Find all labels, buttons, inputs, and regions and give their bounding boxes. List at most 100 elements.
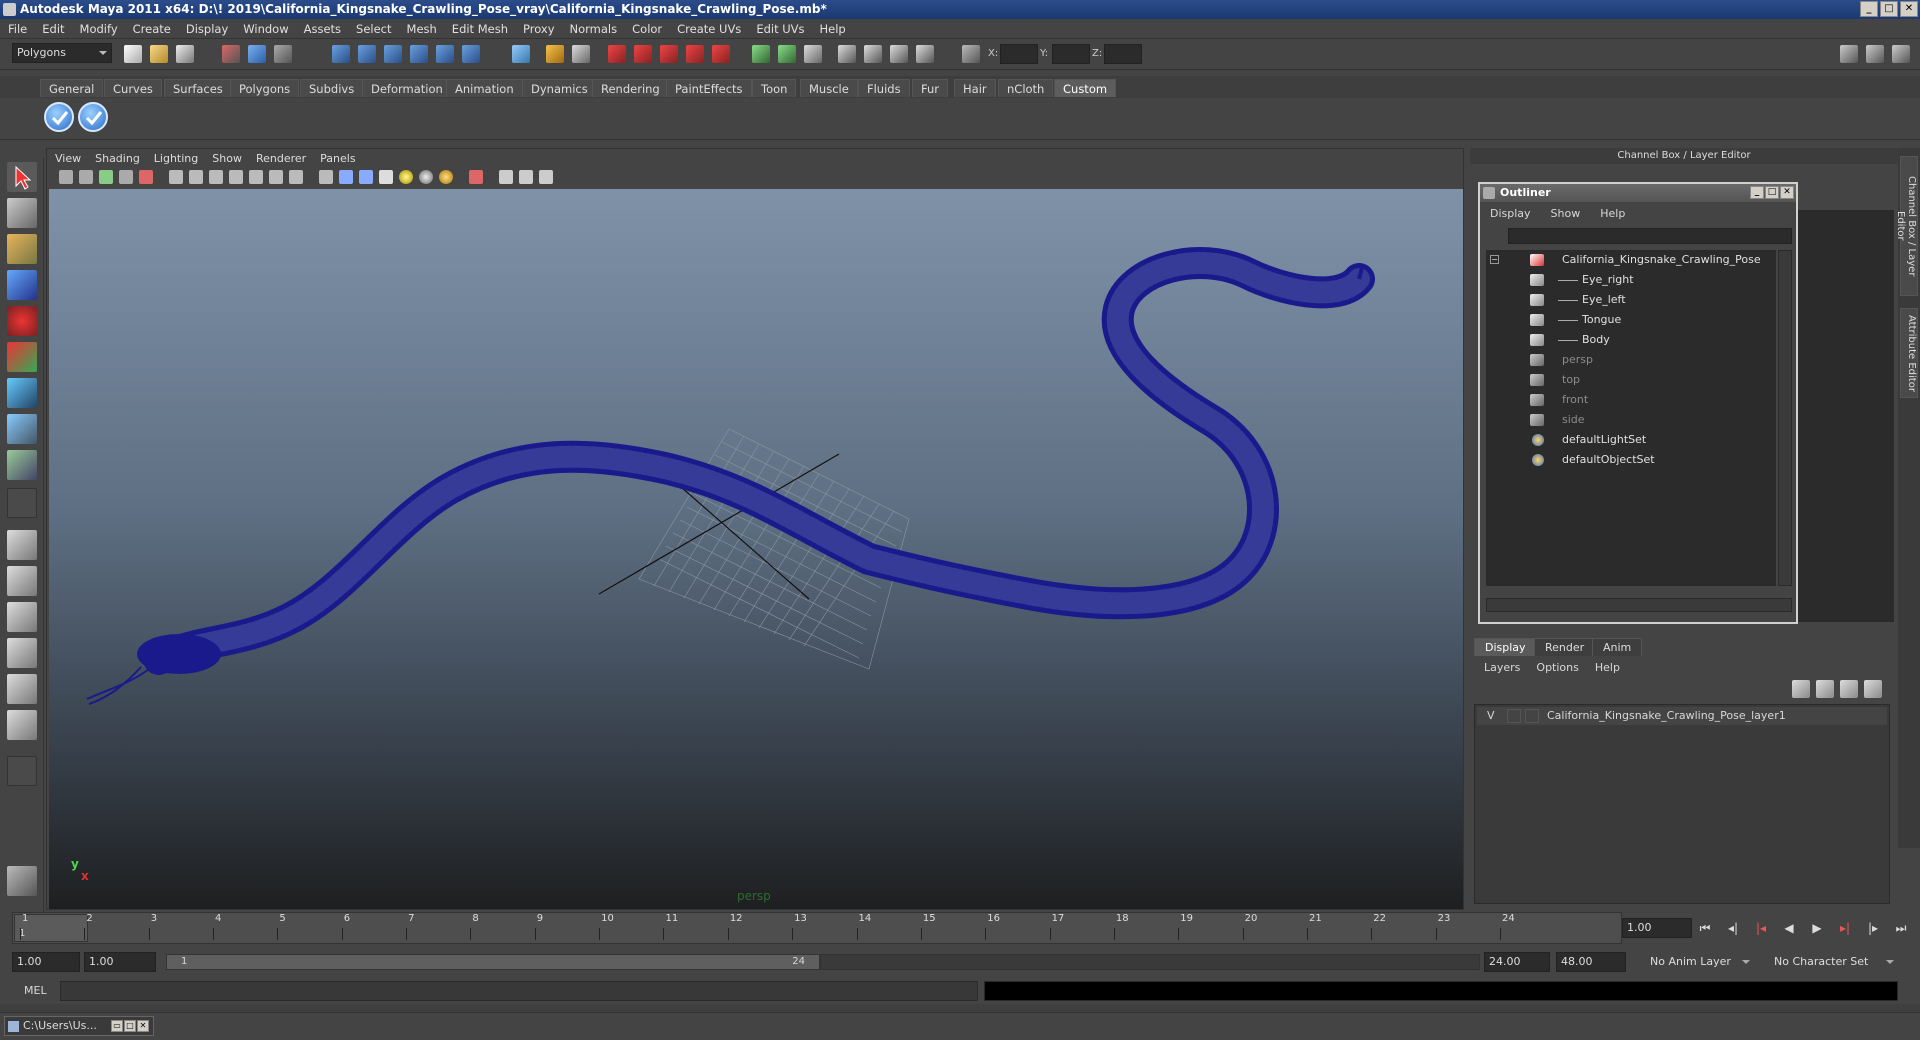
menu-edit-uvs[interactable]: Edit UVs <box>756 22 804 36</box>
menu-create-uvs[interactable]: Create UVs <box>677 22 741 36</box>
tree-item-front[interactable]: front <box>1486 390 1776 410</box>
shelf-tab-polygons[interactable]: Polygons <box>230 79 300 97</box>
quick-layout-icon[interactable] <box>7 866 37 896</box>
magnet-snap-icon-1[interactable] <box>608 45 626 63</box>
shelf-tab-rendering[interactable]: Rendering <box>592 79 669 97</box>
render-view-icon[interactable] <box>838 45 856 63</box>
tree-item-eye-right[interactable]: Eye_right <box>1486 270 1776 290</box>
textured-icon[interactable] <box>379 170 393 184</box>
step-forward-frame-button[interactable]: ▸| <box>1836 920 1854 936</box>
construction-history-icon[interactable] <box>804 45 822 63</box>
shelf-tab-muscle[interactable]: Muscle <box>800 79 858 97</box>
vp-menu-lighting[interactable]: Lighting <box>154 152 198 165</box>
smooth-shade-icon[interactable] <box>339 170 353 184</box>
vp-menu-show[interactable]: Show <box>212 152 242 165</box>
safe-title-icon[interactable] <box>289 170 303 184</box>
transform-field-icon[interactable] <box>962 45 980 63</box>
tree-item-tongue[interactable]: Tongue <box>1486 310 1776 330</box>
save-scene-icon[interactable] <box>176 45 194 63</box>
shelf-tab-curves[interactable]: Curves <box>104 79 162 97</box>
outliner-vertical-scrollbar[interactable] <box>1778 250 1792 586</box>
menu-assets[interactable]: Assets <box>304 22 341 36</box>
vp-menu-view[interactable]: View <box>55 152 81 165</box>
menu-select[interactable]: Select <box>356 22 391 36</box>
magnet-snap-icon-2[interactable] <box>634 45 652 63</box>
tree-item-top[interactable]: top <box>1486 370 1776 390</box>
universal-manipulator-tool[interactable] <box>7 378 37 408</box>
layer-row[interactable]: V California_Kingsnake_Crawling_Pose_lay… <box>1477 707 1887 725</box>
persp-outliner-layout-icon[interactable] <box>7 602 37 632</box>
show-manipulator-tool[interactable] <box>7 450 37 480</box>
resolution-gate-icon[interactable] <box>209 170 223 184</box>
isolate-select-icon[interactable] <box>469 170 483 184</box>
new-scene-icon[interactable] <box>124 45 142 63</box>
new-layer-selected-icon[interactable] <box>1864 680 1882 698</box>
layer-color-swatch[interactable] <box>1525 709 1539 723</box>
select-tool[interactable] <box>7 162 37 192</box>
tree-item-root[interactable]: − California_Kingsnake_Crawling_Pose <box>1486 250 1776 270</box>
layer-tab-display[interactable]: Display <box>1474 638 1537 656</box>
select-hierarchy-icon[interactable] <box>222 45 240 63</box>
vp-menu-panels[interactable]: Panels <box>320 152 355 165</box>
minimized-window-item[interactable]: C:\Users\Us... ▭ □ ✕ <box>4 1016 154 1036</box>
scale-tool[interactable] <box>7 342 37 372</box>
checkmark-shelf-button-1[interactable] <box>44 102 74 132</box>
menu-set-dropdown[interactable]: Polygons <box>12 43 112 63</box>
2d-pan-zoom-icon[interactable] <box>139 170 153 184</box>
layer-menu-options[interactable]: Options <box>1536 661 1578 674</box>
outliner-menu-show[interactable]: Show <box>1551 207 1581 220</box>
safe-action-icon[interactable] <box>269 170 283 184</box>
layer-visibility-toggle[interactable]: V <box>1487 707 1495 725</box>
snap-point-icon[interactable] <box>384 45 402 63</box>
step-back-frame-button[interactable]: |◂ <box>1752 920 1770 936</box>
rotate-tool[interactable] <box>7 306 37 336</box>
maximize-small-button[interactable]: □ <box>124 1020 136 1032</box>
shelf-tab-hair[interactable]: Hair <box>954 79 996 97</box>
outliner-menu-display[interactable]: Display <box>1490 207 1531 220</box>
paint-select-tool[interactable] <box>7 234 37 264</box>
animation-start-field[interactable]: 1.00 <box>12 952 80 972</box>
close-small-button[interactable]: ✕ <box>137 1020 149 1032</box>
play-backwards-button[interactable]: ◀ <box>1780 920 1798 936</box>
input-ops-icon[interactable] <box>752 45 770 63</box>
layer-menu-layers[interactable]: Layers <box>1484 661 1520 674</box>
snap-grid-icon[interactable] <box>332 45 350 63</box>
grid-icon[interactable] <box>169 170 183 184</box>
mel-input[interactable] <box>60 981 978 1001</box>
camera-icon[interactable] <box>59 170 73 184</box>
all-lights-icon[interactable] <box>419 170 433 184</box>
history-icon[interactable] <box>462 45 480 63</box>
open-scene-icon[interactable] <box>150 45 168 63</box>
outliner-close-button[interactable]: ✕ <box>1780 186 1794 199</box>
menu-color[interactable]: Color <box>632 22 662 36</box>
shelf-tab-fur[interactable]: Fur <box>912 79 949 97</box>
layer-menu-help[interactable]: Help <box>1595 661 1620 674</box>
render-current-icon[interactable] <box>864 45 882 63</box>
shadows-icon[interactable] <box>439 170 453 184</box>
menu-file[interactable]: File <box>8 22 27 36</box>
magnet-snap-icon-5[interactable] <box>712 45 730 63</box>
tree-item-eye-left[interactable]: Eye_left <box>1486 290 1776 310</box>
snap-curve-icon[interactable] <box>358 45 376 63</box>
shelf-tab-ncloth[interactable]: nCloth <box>998 79 1054 97</box>
select-object-icon[interactable] <box>248 45 266 63</box>
outliner-menu-help[interactable]: Help <box>1600 207 1625 220</box>
help-icon[interactable] <box>512 45 530 63</box>
image-plane-icon[interactable] <box>119 170 133 184</box>
go-to-end-button[interactable]: ⏭ <box>1892 920 1910 936</box>
animation-end-field[interactable]: 48.00 <box>1556 952 1626 972</box>
persp-hypershade-layout-icon[interactable] <box>7 674 37 704</box>
graph-layout-icon[interactable] <box>7 710 37 740</box>
xray-components-icon[interactable] <box>539 170 553 184</box>
tree-item-side[interactable]: side <box>1486 410 1776 430</box>
output-ops-icon[interactable] <box>778 45 796 63</box>
menu-edit-mesh[interactable]: Edit Mesh <box>452 22 508 36</box>
anim-layer-dropdown[interactable]: No Anim Layer <box>1646 952 1750 972</box>
channel-box-area[interactable] <box>1798 210 1894 622</box>
menu-window[interactable]: Window <box>243 22 288 36</box>
time-slider[interactable]: 1 1 2 3 4 5 6 7 8 9 10 11 12 13 14 15 16 17 18 19 20 21 22 23 2… <box>12 912 1622 944</box>
layer-tab-anim[interactable]: Anim <box>1592 638 1643 656</box>
step-forward-key-button[interactable]: |▸ <box>1864 920 1882 936</box>
maximize-button[interactable]: □ <box>1880 1 1898 17</box>
menu-modify[interactable]: Modify <box>80 22 118 36</box>
